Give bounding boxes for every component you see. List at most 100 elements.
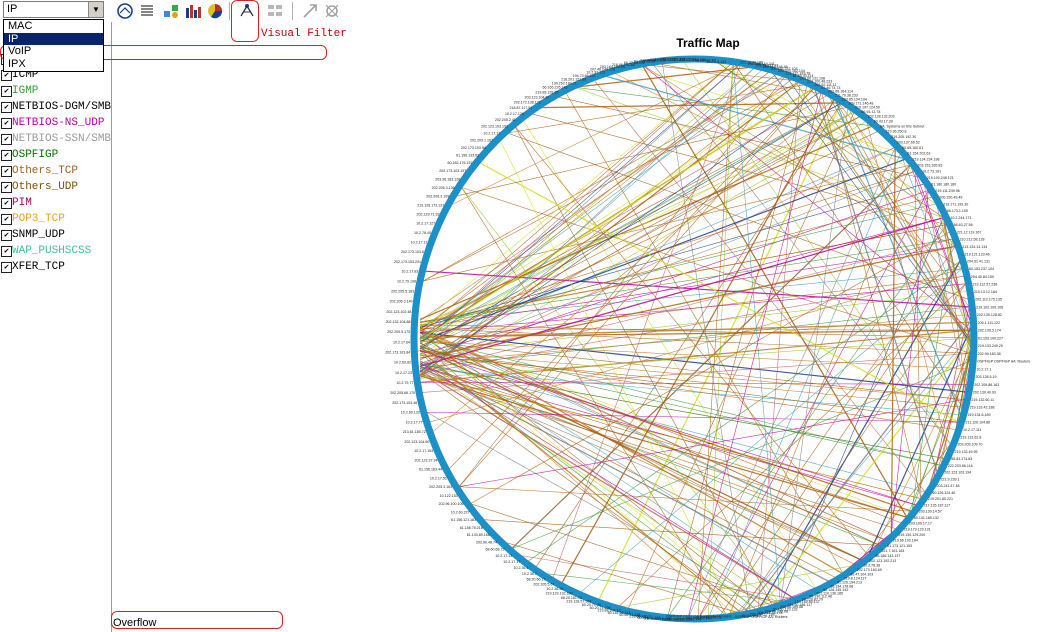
node-label[interactable]: 10.2.79.108 [397,280,416,284]
node-label[interactable]: 66.165.226.245 [542,86,567,90]
node-label[interactable]: 60.183.237.104 [969,267,994,271]
protocol-item[interactable]: ✔ XFER_TCP [0,259,111,275]
node-label[interactable]: 202.112.175.135 [975,298,1002,302]
node-label[interactable]: 221.9.239.1 [940,478,959,482]
bar-chart-icon[interactable] [184,2,202,20]
node-label[interactable]: 202.173.103.46 [392,401,417,405]
protocol-type-select[interactable]: IP ▼ [3,1,104,18]
node-label[interactable]: 60.43.17.39 [874,119,893,123]
node-label[interactable]: 203.241.47.48 [936,484,959,488]
node-label[interactable]: 10.2.17.13 [495,554,512,558]
node-label[interactable]: 219.112.57.236 [973,282,998,286]
node-label[interactable]: 202.205.3.163 [429,485,452,489]
node-label[interactable]: 202.209.3.109 [426,195,449,199]
node-label[interactable]: 219.132.60.11 [971,398,994,402]
node-label[interactable]: 219.201.80.221 [928,497,953,501]
node-label[interactable]: 209.1.111.122 [978,321,1000,325]
node-label[interactable]: 10.2.17.111 [963,428,981,432]
protocol-item[interactable]: ✔ Others_UDP [0,179,111,195]
node-label[interactable]: 10.2.17.127 [416,222,435,226]
node-label[interactable]: 10.2.73.191 [922,170,941,174]
node-label[interactable]: 61.156.121.183 [451,518,476,522]
node-label[interactable]: 10.2.36.7 [522,572,537,576]
node-label[interactable]: OSPFIGP OSPFIGP Designated Routers [666,614,732,618]
node-label[interactable]: 10.2.36.58 [546,587,563,591]
node-label[interactable]: 213.61.180.72 [403,430,426,434]
node-label[interactable]: AA: Systems on this Subnet [880,124,925,128]
node-label[interactable]: 202.173.103.197 [439,169,466,173]
node-label[interactable]: 219.133.42.188 [970,406,995,410]
node-label[interactable]: OSPFIGP OSPFIGP AA: Routers [735,615,788,619]
node-label[interactable]: 68.60.68.72 [486,547,505,551]
node-label[interactable]: 66.83.174.63 [951,457,972,461]
node-label[interactable]: 219.205.192.30 [891,135,916,139]
protocol-item[interactable]: ✔ NETBIOS-SSN/SMB_ [0,131,111,147]
dropdown-option-voip[interactable]: VoIP [4,45,103,58]
node-label[interactable]: 211.126.104.86 [965,421,990,425]
dropdown-option-mac[interactable]: MAC [4,20,103,33]
node-label[interactable]: 219.36.250.8 [886,130,907,134]
node-label[interactable]: 203.130.14.57 [919,510,942,514]
node-label[interactable]: 202.209.5.173 [387,330,410,334]
node-label[interactable]: 202.96.48.74 [476,540,497,544]
node-label[interactable]: 66.63.27.56 [954,223,973,227]
protocol-checkbox[interactable]: ✔ [1,166,12,177]
node-label[interactable]: 10.2.69.133 [401,411,420,415]
protocol-checkbox[interactable]: ✔ [1,102,12,113]
node-label[interactable]: 68.20.66.17 [527,577,546,581]
node-label[interactable]: 204.40.84.150 [971,275,994,279]
node-label[interactable]: 61.193.100.227 [978,336,1003,340]
node-label[interactable]: 219.121.123.46 [965,252,990,256]
node-label[interactable]: 10.2.17.11 [411,240,428,244]
node-label[interactable]: 202.139.128.82 [977,313,1002,317]
node-label[interactable]: 10.2.17.23 [395,371,412,375]
matrix-view-icon[interactable] [162,2,180,20]
node-label[interactable]: 222.203.66.116 [948,464,973,468]
node-label[interactable]: 219.134.234.198 [913,158,940,162]
node-label[interactable]: 10.2.17.51 [430,476,447,480]
node-label[interactable]: 202.209.1.167 [470,139,493,143]
node-label[interactable]: 202.206.3.149 [390,300,413,304]
node-label[interactable]: 204.51.41.131 [967,260,990,264]
export-icon[interactable] [301,2,319,20]
protocol-checkbox[interactable]: ✔ [1,246,12,257]
node-label[interactable]: 203.199.17.17 [909,522,932,526]
node-label[interactable]: 60.141.165.132 [914,516,939,520]
node-label[interactable]: 202.109.86.163 [974,383,999,387]
node-label[interactable]: 219.133.49.95 [955,450,978,454]
node-label[interactable]: 202.132.104.88 [386,320,411,324]
protocol-item[interactable]: ✔ WAP_PUSHSCSS [0,243,111,259]
node-label[interactable]: 61.154.202.63 [907,152,930,156]
node-label[interactable]: 10.2.69.82 [394,361,411,365]
dropdown-option-ip[interactable]: IP [4,32,103,46]
node-label[interactable]: 10.122.153 [440,494,458,498]
node-label[interactable]: 202.205.2.41 [495,118,516,122]
node-label[interactable]: 219.128.173.137 [417,203,444,207]
chevron-down-icon[interactable]: ▼ [88,2,103,17]
protocol-item[interactable]: ✔ SNMP_UDP [0,227,111,243]
node-label[interactable]: 10.2.60.227 [451,510,470,514]
node-label[interactable]: 10.2.17.83 [401,270,418,274]
node-label[interactable]: 202.205.3.136 [432,186,455,190]
protocol-item[interactable]: ✔ NETBIOS-NS_UDP [0,115,111,131]
node-label[interactable]: 202.96.100.106 [439,502,464,506]
node-label[interactable]: 203.153.165.83 [917,164,942,168]
node-label[interactable]: 202.123.192.213 [869,559,896,563]
protocol-checkbox[interactable]: ✔ [1,262,12,273]
protocol-item[interactable]: ✔ PIM [0,195,111,211]
node-label[interactable]: 10.2.17.1 [976,367,991,371]
node-label[interactable]: 202.128.132.203 [868,115,895,119]
node-label[interactable]: 202.173.103.84 [385,350,410,354]
node-label[interactable]: 60.182.176.157 [448,161,473,165]
node-label[interactable]: 210.13.12.164 [974,290,997,294]
node-label[interactable]: 10.2.17.64 [393,340,410,344]
protocol-item[interactable]: ✔ IGMP [0,83,111,99]
node-label[interactable]: 10.2.244.173 [950,216,971,220]
protocol-item[interactable]: ✔ OSPFIGP [0,147,111,163]
node-label[interactable]: 10.2.36.1 [513,566,528,570]
node-label[interactable]: 219.111.249.96 [935,189,959,193]
node-label[interactable]: 10.2.79.77 [396,381,413,385]
node-label[interactable]: 60.65.160.61 [902,146,923,150]
protocol-checkbox[interactable]: ✔ [1,86,12,97]
sort-icon[interactable] [266,2,284,20]
